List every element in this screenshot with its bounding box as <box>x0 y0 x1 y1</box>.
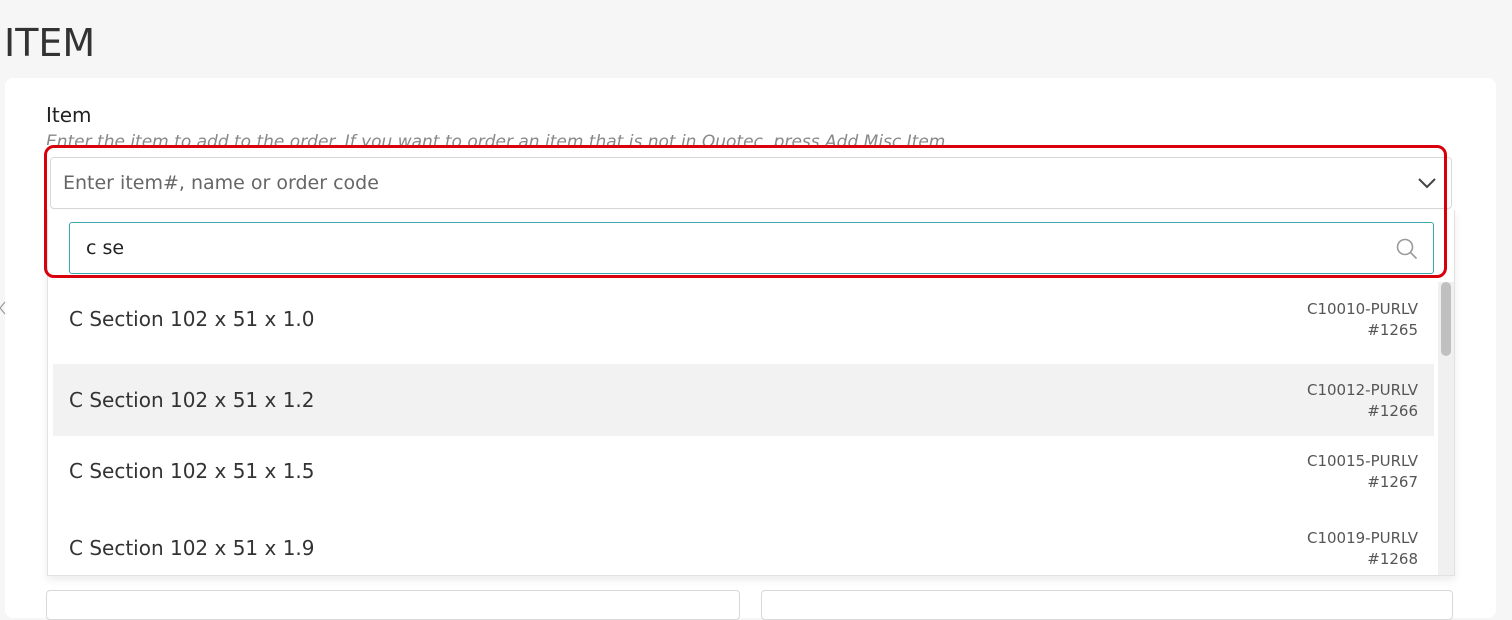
item-field-hint: Enter the item to add to the order. If y… <box>46 132 951 145</box>
search-field[interactable] <box>69 222 1434 274</box>
option-item-number: #1267 <box>1367 473 1418 491</box>
option-item[interactable]: C Section 102 x 51 x 1.9 C10019-PURLV #1… <box>53 512 1434 575</box>
option-name: C Section 102 x 51 x 1.5 <box>69 459 315 483</box>
bottom-field-right[interactable] <box>761 590 1453 620</box>
option-item[interactable]: C Section 102 x 51 x 1.2 C10012-PURLV #1… <box>53 364 1434 436</box>
page-title: ITEM <box>4 21 96 65</box>
option-name: C Section 102 x 51 x 1.0 <box>69 307 315 331</box>
scrollbar-thumb[interactable] <box>1441 282 1451 356</box>
option-code-block: C10019-PURLV #1268 <box>1307 528 1418 570</box>
chevron-down-icon[interactable] <box>1417 173 1437 193</box>
option-item[interactable]: C Section 102 x 51 x 1.5 C10015-PURLV #1… <box>53 435 1434 507</box>
item-dropdown: C Section 102 x 51 x 1.0 C10010-PURLV #1… <box>47 210 1455 576</box>
collapse-arrow-icon[interactable] <box>0 300 8 316</box>
option-order-code: C10012-PURLV <box>1306 381 1418 399</box>
search-input[interactable] <box>70 223 1433 273</box>
item-select-placeholder: Enter item#, name or order code <box>63 172 379 194</box>
option-code-block: C10015-PURLV #1267 <box>1307 451 1418 493</box>
option-order-code: C10010-PURLV <box>1306 300 1418 318</box>
option-order-code: C10015-PURLV <box>1306 452 1418 470</box>
option-name: C Section 102 x 51 x 1.9 <box>69 536 315 560</box>
option-item-number: #1268 <box>1367 550 1418 568</box>
option-order-code: C10019-PURLV <box>1306 529 1418 547</box>
item-select[interactable]: Enter item#, name or order code <box>50 157 1452 209</box>
dropdown-scrollbar[interactable] <box>1438 282 1454 575</box>
option-code-block: C10010-PURLV #1265 <box>1307 299 1418 341</box>
search-icon <box>1396 238 1418 260</box>
option-name: C Section 102 x 51 x 1.2 <box>69 388 315 412</box>
item-field-label: Item <box>46 103 92 127</box>
option-item-number: #1266 <box>1367 402 1418 420</box>
option-item-number: #1265 <box>1367 321 1418 339</box>
bottom-field-left[interactable] <box>46 590 740 620</box>
option-code-block: C10012-PURLV #1266 <box>1307 380 1418 422</box>
option-item[interactable]: C Section 102 x 51 x 1.0 C10010-PURLV #1… <box>53 283 1434 355</box>
